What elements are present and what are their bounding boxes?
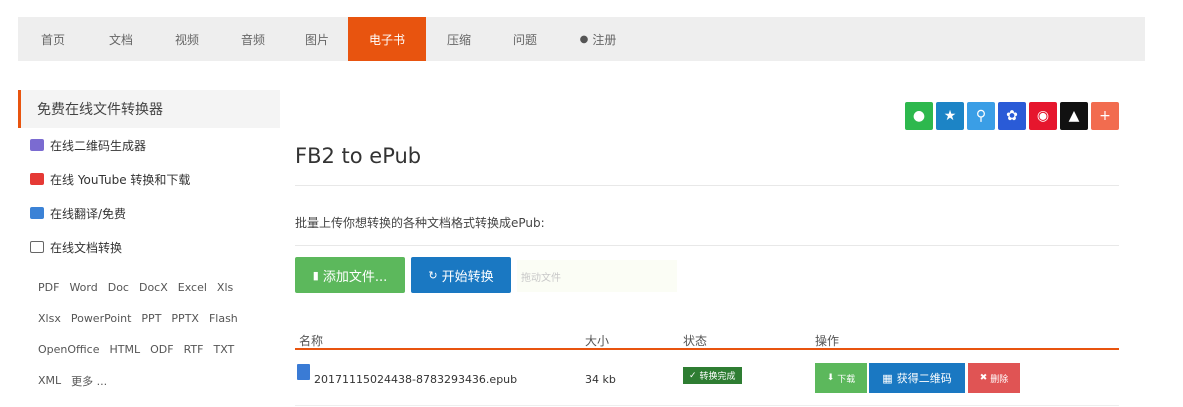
page-title: FB2 to ePub bbox=[295, 144, 422, 168]
row-divider bbox=[295, 405, 1119, 406]
top-nav: 首页 文档 视频 音频 图片 电子书 压缩 问题 ● 注册 bbox=[18, 17, 1145, 61]
sidebar-link-docconvert[interactable]: 在线文档转换 bbox=[18, 230, 280, 264]
nav-item-docs[interactable]: 文档 bbox=[88, 17, 154, 61]
nav-item-faq[interactable]: 问题 bbox=[492, 17, 558, 61]
divider bbox=[295, 185, 1119, 186]
weibo-icon[interactable]: ◉ bbox=[1029, 102, 1057, 130]
status-badge: ✓ 转换完成 bbox=[683, 367, 742, 384]
format-link[interactable]: Xls bbox=[217, 272, 233, 303]
format-link[interactable]: PDF bbox=[38, 272, 59, 303]
translate-icon bbox=[30, 207, 44, 219]
baidu-icon[interactable]: ✿ bbox=[998, 102, 1026, 130]
format-list: PDF Word Doc DocX Excel Xls Xlsx PowerPo… bbox=[18, 264, 258, 396]
share-bar: ● ★ ⚲ ✿ ◉ ▲ + bbox=[902, 102, 1119, 130]
nav-item-video[interactable]: 视频 bbox=[154, 17, 220, 61]
format-link[interactable]: Flash bbox=[209, 303, 238, 334]
qq-icon[interactable]: ▲ bbox=[1060, 102, 1088, 130]
format-link[interactable]: OpenOffice bbox=[38, 334, 100, 365]
user-icon: ● bbox=[579, 33, 589, 45]
format-link[interactable]: PPT bbox=[141, 303, 161, 334]
get-qrcode-button[interactable]: ▦ 获得二维码 bbox=[869, 363, 965, 393]
format-link[interactable]: RTF bbox=[184, 334, 204, 365]
nav-item-audio[interactable]: 音频 bbox=[220, 17, 286, 61]
sidebar: 免费在线文件转换器 在线二维码生成器 在线 YouTube 转换和下载 在线翻译… bbox=[18, 90, 280, 396]
format-link[interactable]: Excel bbox=[178, 272, 207, 303]
nav-item-ebook[interactable]: 电子书 bbox=[348, 17, 426, 61]
epub-file-icon bbox=[297, 364, 310, 380]
drop-zone[interactable]: 拖动文件 bbox=[517, 260, 677, 292]
start-convert-button[interactable]: ↻ 开始转换 bbox=[411, 257, 511, 293]
download-button[interactable]: ⬇ 下载 bbox=[815, 363, 867, 393]
refresh-icon: ↻ bbox=[428, 268, 438, 282]
qzone-icon[interactable]: ⚲ bbox=[967, 102, 995, 130]
more-formats-link[interactable]: 更多 ... bbox=[71, 365, 107, 396]
sidebar-heading[interactable]: 免费在线文件转换器 bbox=[18, 90, 280, 128]
qrcode-icon: ▦ bbox=[882, 371, 893, 385]
wechat-icon[interactable]: ● bbox=[905, 102, 933, 130]
col-header-name: 名称 bbox=[299, 334, 324, 348]
sidebar-link-qrcode[interactable]: 在线二维码生成器 bbox=[18, 128, 280, 162]
col-header-size: 大小 bbox=[585, 334, 610, 348]
check-icon: ✓ bbox=[689, 370, 697, 381]
format-link[interactable]: Doc bbox=[108, 272, 129, 303]
format-link[interactable]: DocX bbox=[139, 272, 168, 303]
close-icon: ✖ bbox=[979, 373, 988, 383]
format-link[interactable]: PPTX bbox=[171, 303, 199, 334]
format-link[interactable]: ODF bbox=[150, 334, 173, 365]
col-header-actions: 操作 bbox=[815, 334, 840, 348]
format-link[interactable]: HTML bbox=[110, 334, 141, 365]
nav-item-compress[interactable]: 压缩 bbox=[426, 17, 492, 61]
document-icon bbox=[30, 241, 44, 253]
sidebar-link-translate[interactable]: 在线翻译/免费 bbox=[18, 196, 280, 230]
add-files-button[interactable]: ▮ 添加文件... bbox=[295, 257, 405, 293]
plus-icon[interactable]: + bbox=[1091, 102, 1119, 130]
nav-item-images[interactable]: 图片 bbox=[286, 17, 348, 61]
folder-icon: ▮ bbox=[312, 268, 319, 282]
divider bbox=[295, 245, 1119, 246]
nav-item-register[interactable]: ● 注册 bbox=[558, 17, 638, 61]
col-header-status: 状态 bbox=[683, 334, 708, 348]
file-size: 34 kb bbox=[585, 373, 616, 386]
sidebar-link-youtube[interactable]: 在线 YouTube 转换和下载 bbox=[18, 162, 280, 196]
qrcode-icon bbox=[30, 139, 44, 151]
file-name: 20171115024438-8783293436.epub bbox=[314, 373, 518, 386]
star-icon[interactable]: ★ bbox=[936, 102, 964, 130]
header-rule bbox=[295, 348, 1119, 350]
format-link[interactable]: XML bbox=[38, 365, 61, 396]
format-link[interactable]: PowerPoint bbox=[71, 303, 132, 334]
youtube-icon bbox=[30, 173, 44, 185]
intro-text: 批量上传你想转换的各种文档格式转换成ePub: bbox=[295, 216, 545, 230]
format-link[interactable]: Xlsx bbox=[38, 303, 61, 334]
delete-button[interactable]: ✖ 删除 bbox=[968, 363, 1020, 393]
download-icon: ⬇ bbox=[826, 373, 835, 383]
format-link[interactable]: TXT bbox=[213, 334, 234, 365]
nav-item-home[interactable]: 首页 bbox=[18, 17, 88, 61]
format-link[interactable]: Word bbox=[69, 272, 97, 303]
